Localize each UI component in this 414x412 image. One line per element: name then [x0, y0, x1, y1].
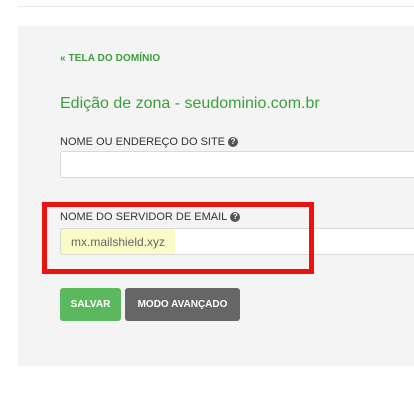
back-to-domain-link[interactable]: « TELA DO DOMÍNIO [60, 53, 160, 64]
site-address-input[interactable] [60, 151, 414, 178]
top-card [18, 0, 414, 7]
mail-server-input[interactable] [60, 228, 414, 255]
advanced-mode-button[interactable]: MODO AVANÇADO [125, 288, 240, 321]
mail-server-field-label: NOME DO SERVIDOR DE EMAIL ? [60, 211, 241, 223]
help-icon[interactable]: ? [228, 137, 239, 147]
site-field-label-text: NOME OU ENDEREÇO DO SITE [60, 136, 226, 148]
page-title: Edição de zona - seudominio.com.br [60, 95, 320, 112]
mail-server-label-text: NOME DO SERVIDOR DE EMAIL [60, 211, 228, 223]
site-field-label: NOME OU ENDEREÇO DO SITE ? [60, 136, 239, 148]
save-button[interactable]: SALVAR [60, 288, 121, 321]
help-icon[interactable]: ? [230, 212, 241, 222]
